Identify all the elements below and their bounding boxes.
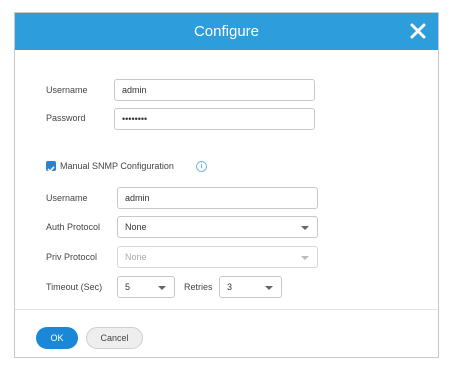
configure-dialog: Configure Username admin Password ••••••… xyxy=(14,12,439,358)
dialog-title: Configure xyxy=(193,23,260,40)
timeout-value: 5 xyxy=(125,282,131,292)
username-label: Username xyxy=(46,85,88,95)
chevron-down-icon xyxy=(301,226,309,230)
manual-snmp-label: Manual SNMP Configuration xyxy=(60,161,174,171)
priv-protocol-label: Priv Protocol xyxy=(46,252,98,262)
cancel-button[interactable]: Cancel xyxy=(86,327,143,349)
info-icon[interactable]: i xyxy=(196,161,207,172)
close-icon[interactable] xyxy=(408,21,428,41)
timeout-label: Timeout (Sec) xyxy=(46,282,103,292)
chevron-down-icon xyxy=(301,256,309,260)
chevron-down-icon xyxy=(158,286,166,290)
dialog-header: Configure xyxy=(15,13,438,50)
auth-protocol-value: None xyxy=(125,222,147,232)
username-input[interactable]: admin xyxy=(114,79,315,101)
footer-divider xyxy=(15,309,438,310)
priv-protocol-value: None xyxy=(125,252,147,262)
retries-label: Retries xyxy=(184,282,213,292)
auth-protocol-select[interactable]: None xyxy=(117,216,318,238)
chevron-down-icon xyxy=(265,286,273,290)
auth-protocol-label: Auth Protocol xyxy=(46,222,101,232)
snmp-username-input[interactable]: admin xyxy=(117,187,318,209)
timeout-select[interactable]: 5 xyxy=(117,276,175,298)
ok-button[interactable]: OK xyxy=(36,327,78,349)
manual-snmp-checkbox[interactable] xyxy=(46,161,56,173)
password-input[interactable]: •••••••• xyxy=(114,108,315,130)
snmp-username-label: Username xyxy=(46,193,88,203)
password-label: Password xyxy=(46,113,86,123)
retries-select[interactable]: 3 xyxy=(219,276,282,298)
retries-value: 3 xyxy=(227,282,233,292)
priv-protocol-select[interactable]: None xyxy=(117,246,318,268)
